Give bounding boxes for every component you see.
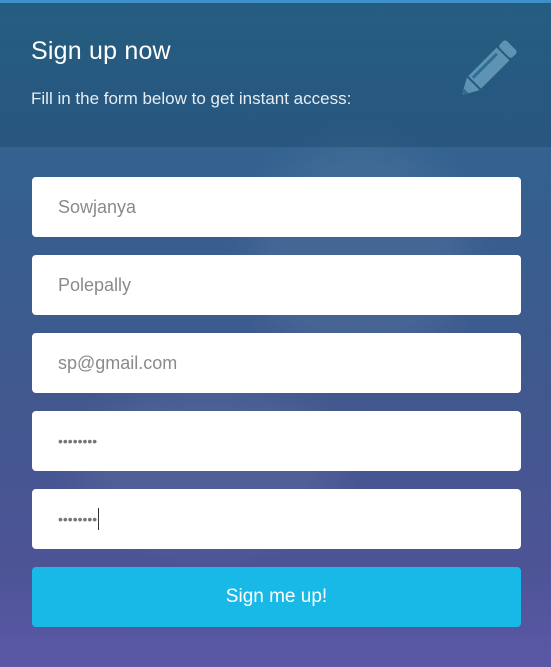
pencil-icon [461, 40, 517, 96]
first-name-value: Sowjanya [58, 196, 137, 217]
page-subtitle: Fill in the form below to get instant ac… [31, 89, 352, 108]
password-value: •••••••• [58, 433, 98, 449]
last-name-field[interactable]: Polepally [32, 255, 521, 315]
sign-up-button[interactable]: Sign me up! [32, 567, 521, 627]
page-title: Sign up now [31, 37, 171, 65]
email-value: sp@gmail.com [58, 352, 178, 373]
confirm-password-value: •••••••• [58, 511, 98, 527]
confirm-password-field[interactable]: •••••••• [32, 489, 521, 549]
signup-card: Sign up now Fill in the form below to ge… [0, 0, 551, 667]
password-field[interactable]: •••••••• [32, 411, 521, 471]
first-name-field[interactable]: Sowjanya [32, 177, 521, 237]
card-header: Sign up now Fill in the form below to ge… [0, 3, 551, 147]
email-field[interactable]: sp@gmail.com [32, 333, 521, 393]
background-blob [250, 143, 470, 363]
last-name-value: Polepally [58, 274, 132, 295]
text-caret [98, 508, 100, 530]
